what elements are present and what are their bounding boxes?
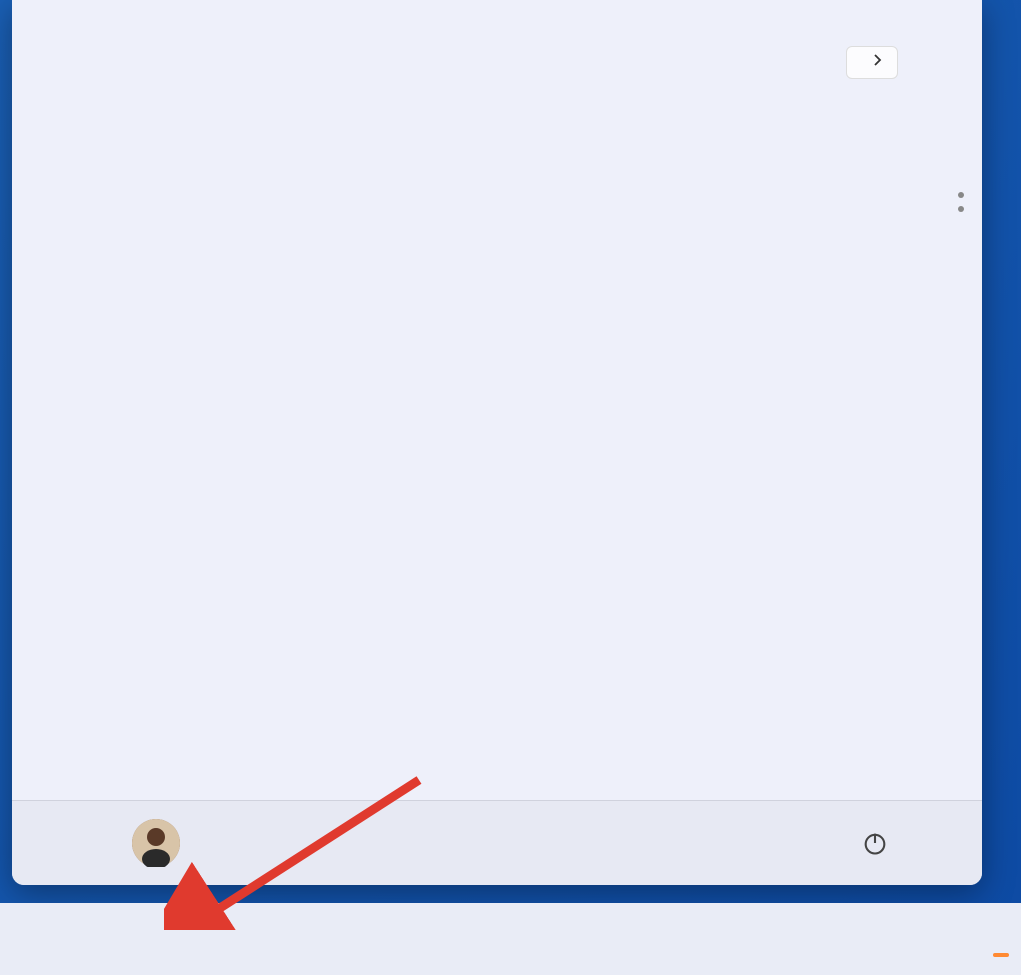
power-button[interactable] <box>852 820 898 866</box>
start-menu <box>12 0 982 885</box>
avatar <box>132 819 180 867</box>
taskbar <box>0 903 1021 975</box>
recommended-section <box>12 97 982 117</box>
power-icon <box>861 829 889 857</box>
chevron-right-icon <box>873 53 883 72</box>
pinned-apps-section <box>12 0 982 24</box>
start-bottom-bar <box>12 800 982 885</box>
watermark <box>993 953 1015 957</box>
more-button[interactable] <box>846 46 898 79</box>
watermark-badge <box>993 953 1009 957</box>
user-account-button[interactable] <box>132 819 200 867</box>
pinned-page-indicator[interactable] <box>958 192 964 212</box>
